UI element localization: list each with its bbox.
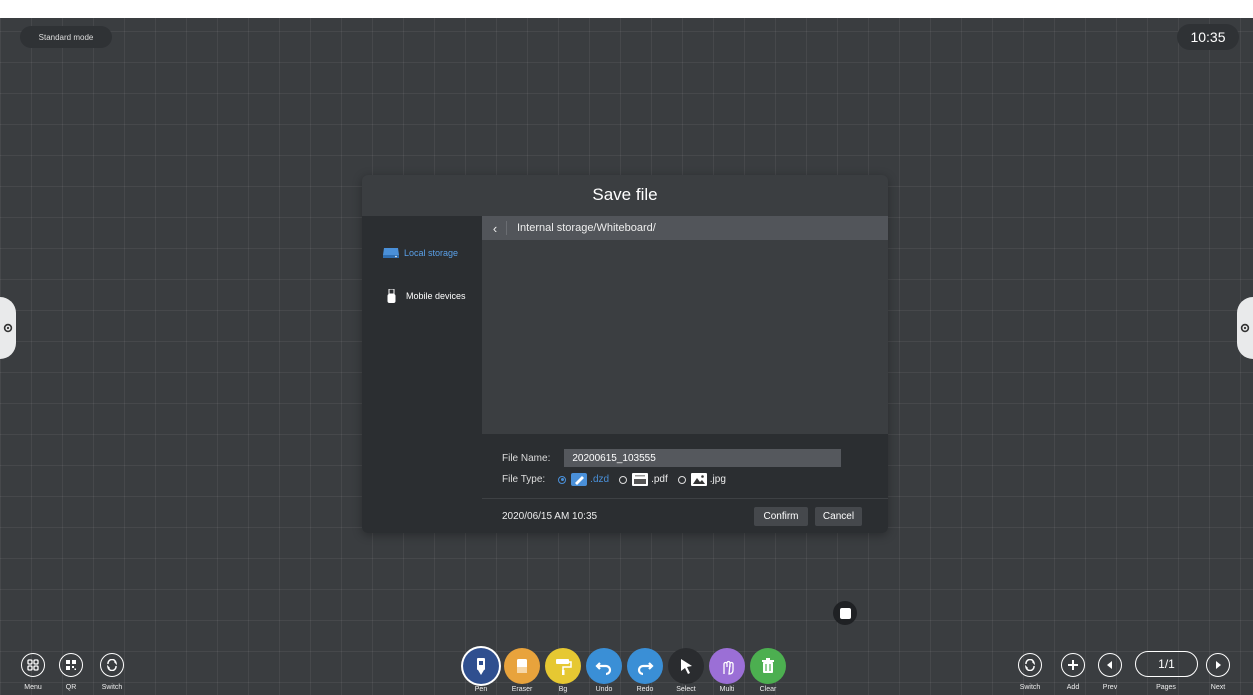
file-type-pdf-option[interactable]: .pdf	[619, 473, 668, 486]
tool-eraser-button[interactable]	[504, 648, 540, 684]
tool-eraser-label: Eraser	[511, 686, 533, 693]
qr-code-icon	[59, 653, 83, 677]
save-file-dialog: Save file Local storage Mobile devices ‹…	[362, 175, 888, 533]
plus-icon	[1061, 653, 1085, 677]
switch-icon	[100, 653, 124, 677]
file-name-input[interactable]	[564, 449, 842, 467]
confirm-button[interactable]: Confirm	[754, 507, 808, 526]
top-strip	[0, 0, 1253, 18]
next-page-button[interactable]	[1206, 653, 1230, 677]
sidebar-item-label: Mobile devices	[406, 291, 466, 301]
usb-icon	[387, 289, 396, 303]
tool-pen-button[interactable]	[463, 648, 499, 684]
cancel-button[interactable]: Cancel	[815, 507, 862, 526]
next-label: Next	[1210, 684, 1226, 691]
left-settings-handle[interactable]	[0, 297, 16, 359]
switch-label-left: Switch	[101, 684, 123, 691]
file-type-label: File Type:	[502, 474, 546, 485]
pages-label: Pages	[1156, 684, 1176, 691]
save-date: 2020/06/15 AM 10:35	[502, 511, 598, 522]
dzd-file-icon	[571, 473, 588, 486]
path-bar: ‹ Internal storage/Whiteboard/	[482, 216, 888, 240]
cursor-icon	[674, 654, 698, 678]
mode-indicator[interactable]: Standard mode	[20, 26, 112, 48]
prev-label: Prev	[1102, 684, 1118, 691]
triangle-right-icon	[1206, 653, 1230, 677]
tool-undo-button[interactable]	[586, 648, 622, 684]
floating-stop-button[interactable]	[833, 601, 857, 625]
divider	[506, 221, 507, 235]
file-type-label-dzd: .dzd	[590, 474, 610, 485]
add-label: Add	[1066, 684, 1080, 691]
right-settings-handle[interactable]	[1237, 297, 1253, 359]
drive-icon	[382, 247, 400, 258]
paint-roller-icon	[551, 654, 575, 678]
qr-label: QR	[65, 684, 77, 691]
gear-icon	[3, 323, 13, 333]
tool-select-label: Select	[676, 686, 696, 693]
redo-icon	[633, 654, 657, 678]
image-file-icon	[690, 473, 707, 486]
multi-touch-icon	[715, 654, 739, 678]
file-name-row: File Name:	[502, 449, 842, 467]
file-name-label: File Name:	[502, 452, 551, 464]
file-type-jpg-option[interactable]: .jpg	[677, 473, 726, 486]
radio-unselected[interactable]	[677, 475, 686, 484]
sidebar-item-local-storage[interactable]: Local storage	[382, 247, 458, 258]
tool-undo-label: Undo	[595, 686, 613, 693]
stop-square-icon	[839, 607, 851, 619]
file-type-row: File Type: .dzd .pdf .jpg	[502, 473, 726, 486]
prev-page-button[interactable]	[1098, 653, 1122, 677]
tool-multi-label: Multi	[719, 686, 735, 693]
clock: 10:35	[1177, 24, 1239, 50]
file-list-area[interactable]	[482, 240, 888, 434]
undo-icon	[592, 654, 616, 678]
switch-button-right[interactable]	[1018, 653, 1042, 677]
eraser-icon	[510, 654, 534, 678]
qr-button[interactable]	[59, 653, 83, 677]
tool-clear-button[interactable]	[750, 648, 786, 684]
save-options-panel: File Name: File Type: .dzd	[482, 434, 888, 533]
gear-icon	[1240, 323, 1250, 333]
switch-button-left[interactable]	[100, 653, 124, 677]
file-type-label-jpg: .jpg	[709, 474, 726, 485]
tool-pen-label: Pen	[474, 686, 488, 693]
menu-grid-icon	[21, 653, 45, 677]
pen-icon	[469, 654, 493, 678]
sidebar-item-mobile-devices[interactable]: Mobile devices	[382, 289, 466, 303]
tool-multi-button[interactable]	[709, 648, 745, 684]
dialog-title: Save file	[592, 185, 658, 204]
menu-button[interactable]	[21, 653, 45, 677]
storage-sidebar: Local storage Mobile devices	[362, 216, 482, 533]
page-indicator[interactable]: 1/1	[1135, 651, 1198, 677]
pdf-file-icon	[632, 473, 649, 486]
trash-icon	[756, 654, 780, 678]
tool-redo-label: Redo	[636, 686, 654, 693]
switch-label-right: Switch	[1019, 684, 1041, 691]
tool-bg-button[interactable]	[545, 648, 581, 684]
tool-select-button[interactable]	[668, 648, 704, 684]
triangle-left-icon	[1098, 653, 1122, 677]
back-chevron-icon[interactable]: ‹	[484, 221, 506, 236]
add-page-button[interactable]	[1061, 653, 1085, 677]
radio-unselected[interactable]	[619, 475, 628, 484]
file-type-label-pdf: .pdf	[651, 474, 668, 485]
tool-bg-label: Bg	[558, 686, 568, 693]
file-type-dzd-option[interactable]: .dzd	[558, 473, 609, 486]
radio-selected[interactable]	[558, 475, 567, 484]
divider	[482, 498, 888, 499]
menu-label: Menu	[24, 684, 42, 691]
current-path: Internal storage/Whiteboard/	[517, 222, 656, 234]
sidebar-item-label: Local storage	[404, 247, 459, 258]
tool-clear-label: Clear	[759, 686, 777, 693]
tool-redo-button[interactable]	[627, 648, 663, 684]
switch-icon	[1018, 653, 1042, 677]
